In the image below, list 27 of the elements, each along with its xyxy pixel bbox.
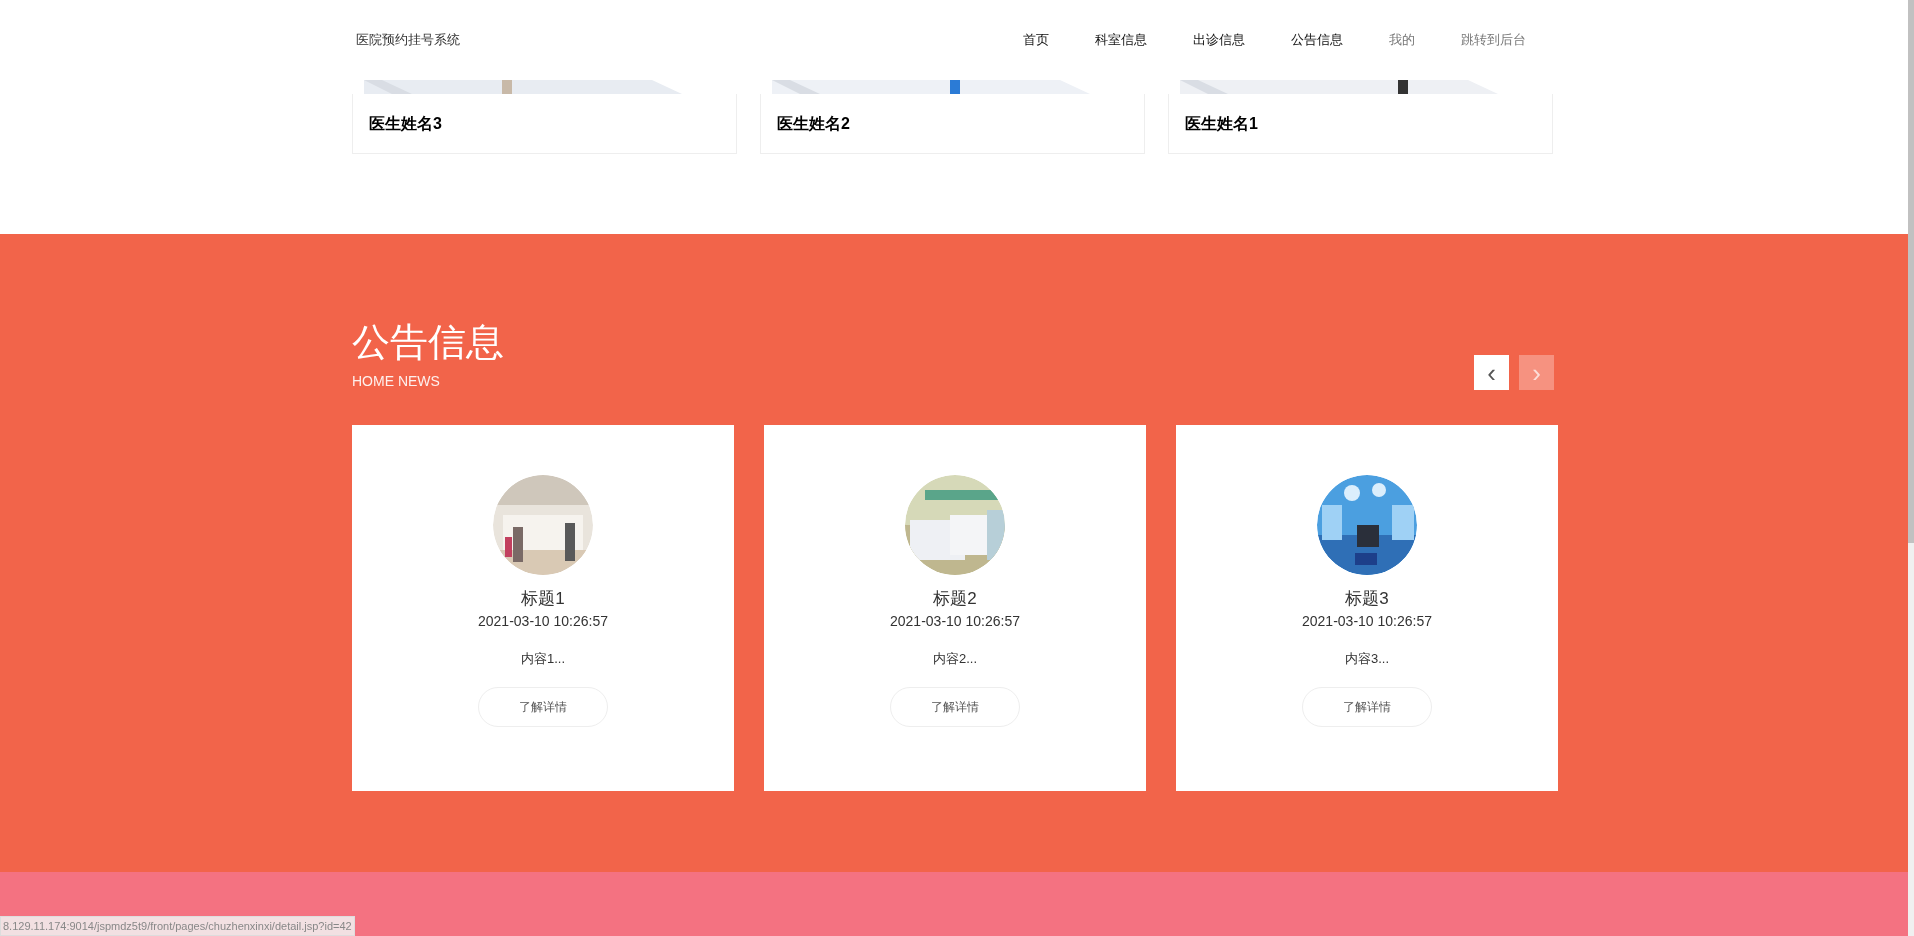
news-summary: 内容3... <box>1344 650 1390 668</box>
status-url: 8.129.11.174:9014/jspmdz5t9/front/pages/chuzhenxinxi/detail.jsp?id=42 <box>0 915 355 936</box>
news-summary: 内容2... <box>932 650 978 668</box>
news-summary: 内容1... <box>520 650 566 668</box>
details-button[interactable]: 了解详情 <box>478 686 608 727</box>
nav-link[interactable]: 科室信息 <box>1073 30 1169 50</box>
site-title: 医院预约挂号系统 <box>356 31 460 50</box>
nav-link[interactable]: 出诊信息 <box>1171 30 1267 50</box>
doctor-name: 医生姓名2 <box>777 113 850 134</box>
details-button[interactable]: 了解详情 <box>890 686 1020 727</box>
news-title: 标题1 <box>521 588 565 610</box>
news-time: 2021-03-10 10:26:57 <box>1302 612 1432 631</box>
details-button[interactable]: 了解详情 <box>1302 686 1432 727</box>
doctor-name: 医生姓名1 <box>1185 113 1258 134</box>
news-title: 标题3 <box>1345 588 1389 610</box>
nav-link[interactable]: 首页 <box>1001 30 1071 50</box>
news-time: 2021-03-10 10:26:57 <box>890 612 1020 631</box>
news-time: 2021-03-10 10:26:57 <box>478 612 608 631</box>
doctor-name: 医生姓名3 <box>369 113 442 134</box>
section-subtitle: HOME NEWS <box>352 372 441 391</box>
section-title: 公告信息 <box>352 320 504 365</box>
nav-link[interactable]: 公告信息 <box>1269 30 1365 50</box>
scrollbar-drawing[interactable] <box>1908 0 1914 936</box>
nav-link[interactable]: 我的 <box>1367 30 1437 50</box>
nav-link[interactable]: 跳转到后台 <box>1439 30 1548 50</box>
previous-button[interactable]: ‹ <box>1474 355 1509 390</box>
news-title: 标题2 <box>933 588 977 610</box>
